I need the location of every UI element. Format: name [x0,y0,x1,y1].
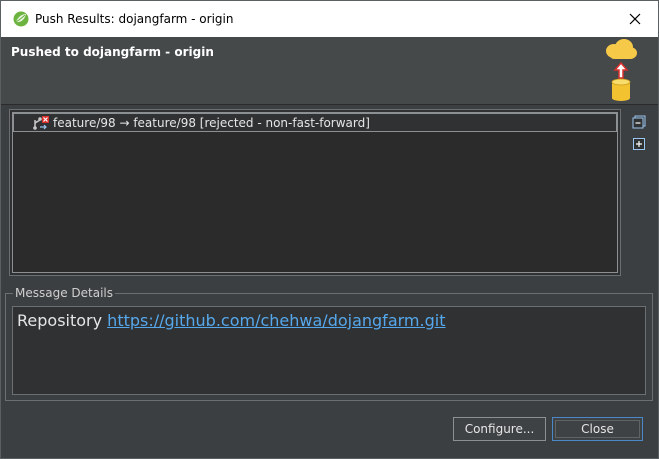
branch-rejected-icon [32,115,50,131]
cloud-push-icon [602,37,640,101]
window-close-button[interactable] [612,1,658,37]
configure-button[interactable]: Configure... [453,417,546,441]
close-button[interactable]: Close [552,417,643,441]
message-details-group: Message Details Repository https://githu… [5,286,653,401]
configure-button-label: Configure... [464,422,535,436]
message-details-legend: Message Details [13,286,116,300]
push-results-tree[interactable]: feature/98 → feature/98 [rejected - non-… [9,109,621,276]
close-icon [629,10,641,29]
push-results-dialog: Push Results: dojangfarm - origin Pushed… [0,0,659,459]
title-bar[interactable]: Push Results: dojangfarm - origin [1,1,658,37]
expand-all-icon [632,136,646,155]
tree-row-label: feature/98 → feature/98 [rejected - non-… [53,115,370,130]
collapse-all-button[interactable] [632,114,646,129]
repository-link[interactable]: https://github.com/chehwa/dojangfarm.git [107,311,445,330]
expand-all-button[interactable] [632,136,646,150]
dialog-content: feature/98 → feature/98 [rejected - non-… [1,105,658,458]
message-prefix: Repository [17,311,108,330]
tree-row-result[interactable]: feature/98 → feature/98 [rejected - non-… [13,113,617,132]
tree-viewport: feature/98 → feature/98 [rejected - non-… [12,112,618,273]
eclipse-spring-icon [13,11,29,27]
message-details-text[interactable]: Repository https://github.com/chehwa/doj… [12,306,646,395]
close-button-label: Close [581,422,614,436]
header-banner: Pushed to dojangfarm - origin [1,37,658,105]
collapse-all-icon [632,114,646,133]
header-title: Pushed to dojangfarm - origin [11,45,214,59]
window-title: Push Results: dojangfarm - origin [35,12,234,26]
